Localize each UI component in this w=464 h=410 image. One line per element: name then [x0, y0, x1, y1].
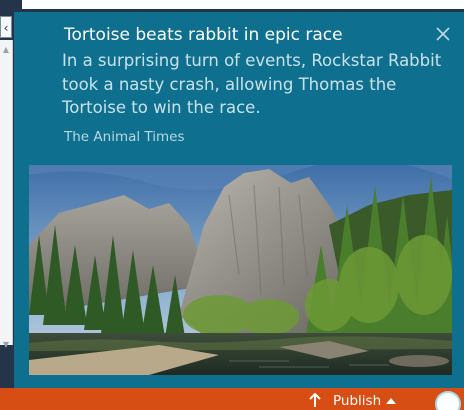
scroll-up-icon[interactable]: ▲	[0, 44, 12, 56]
background-window-content-edge	[22, 0, 464, 9]
taskbar: Publish	[0, 388, 464, 410]
collapse-panel-button[interactable]: ‹	[0, 16, 12, 38]
scroll-down-icon[interactable]: ▼	[0, 339, 12, 351]
toast-notification[interactable]: Tortoise beats rabbit in epic race In a …	[14, 12, 464, 388]
toast-source: The Animal Times	[64, 129, 185, 145]
background-window-top-strip	[14, 0, 464, 12]
background-window-left-strip: ‹ ▲ ▼	[0, 0, 14, 388]
chevron-left-icon: ‹	[3, 21, 9, 35]
hero-image	[29, 165, 452, 375]
vertical-scrollbar[interactable]	[0, 40, 13, 345]
publish-label: Publish	[333, 393, 382, 409]
close-icon[interactable]	[434, 25, 452, 43]
toast-title: Tortoise beats rabbit in epic race	[64, 25, 343, 45]
publish-button[interactable]: Publish	[308, 393, 397, 410]
status-circle-icon[interactable]	[437, 393, 459, 410]
up-arrow-icon	[309, 393, 321, 407]
screen: ‹ ▲ ▼ Tortoise beats rabbit in epic race…	[0, 0, 464, 410]
toast-body: In a surprising turn of events, Rockstar…	[62, 51, 442, 117]
caret-up-icon	[386, 398, 397, 404]
